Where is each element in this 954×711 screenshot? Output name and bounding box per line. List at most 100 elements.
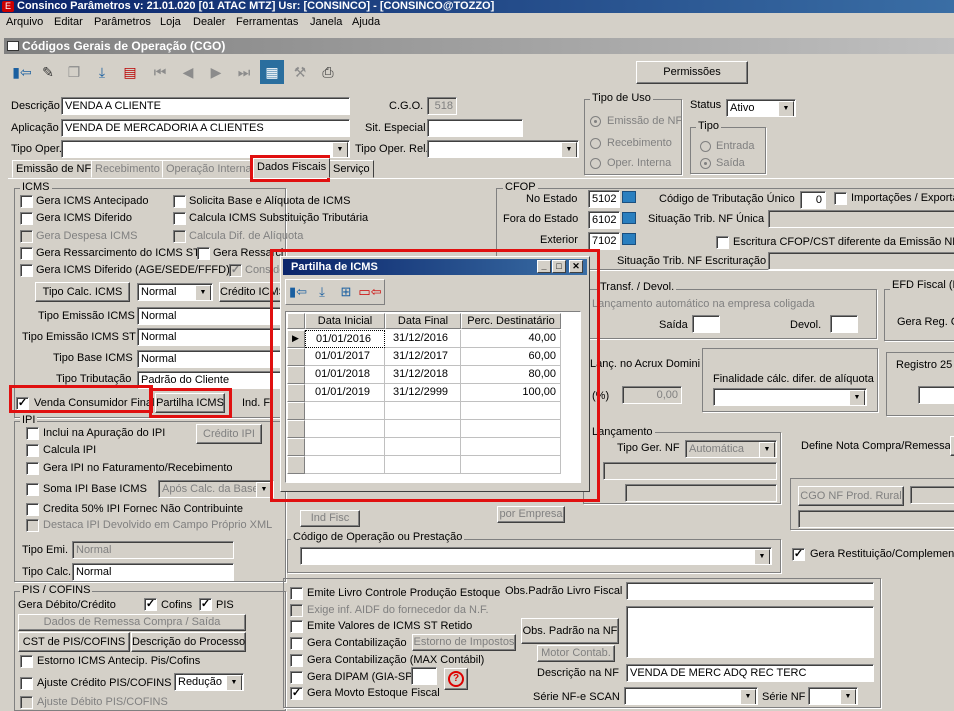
gera-dipam-input[interactable]	[411, 667, 437, 685]
ajuste-credito-select[interactable]: Redução	[174, 673, 244, 691]
menu-loja[interactable]: Loja	[160, 16, 181, 28]
dados-remessa-button: Dados de Remessa Compra / Saída	[18, 614, 246, 631]
ajuste-debito-label: Ajuste Débito PIS/COFINS	[37, 696, 168, 708]
gera-icms-diferido-age-checkbox[interactable]	[20, 264, 33, 277]
soma-ipi-base-icms-checkbox[interactable]	[26, 483, 39, 496]
serie-nf-select[interactable]	[808, 687, 858, 705]
tipo-calc-icms-select[interactable]: Normal	[137, 283, 213, 301]
credita-50-ipi-checkbox[interactable]	[26, 503, 39, 516]
grid-view-icon[interactable]: ▦	[260, 60, 284, 84]
tipo-calc-icms-button[interactable]: Tipo Calc. ICMS	[35, 282, 130, 302]
tipo-emissao-icms-label: Tipo Emissão ICMS	[38, 310, 135, 322]
no-estado-input[interactable]: 5102	[588, 190, 620, 208]
status-select[interactable]: Ativo	[726, 99, 796, 117]
highlight-venda-consumidor	[9, 385, 153, 413]
obs-padrao-nf-button[interactable]: Obs. Padrão na NF	[521, 618, 619, 644]
cgo-nf-desc-input	[798, 510, 954, 528]
exterior-input[interactable]: 7102	[588, 232, 620, 250]
importacoes-checkbox[interactable]	[834, 192, 847, 205]
tipo-emissao-icms-st-input[interactable]: Normal	[137, 328, 283, 346]
edit-pencil-icon[interactable]: ✎	[36, 60, 60, 84]
gera-ressarcimento-pis-checkbox[interactable]	[197, 247, 210, 260]
tab-servico[interactable]: Serviço	[329, 160, 374, 178]
tab-recebimento[interactable]: Recebimento	[91, 160, 164, 178]
descricao-nf-label: Descrição na NF	[537, 667, 619, 679]
menu-arquivo[interactable]: Arquivo	[6, 16, 43, 28]
print-icon[interactable]: ⎙	[316, 60, 340, 84]
gera-contabilizacao-max-checkbox[interactable]	[290, 654, 303, 667]
registro25-input[interactable]	[918, 386, 954, 404]
importacoes-label: Importações / Exportações	[851, 192, 954, 204]
emite-livro-checkbox[interactable]	[290, 587, 303, 600]
aplicacao-input[interactable]: VENDA DE MERCADORIA A CLIENTES	[61, 119, 350, 137]
save-icon[interactable]: ⤓	[90, 60, 114, 84]
obs-padrao-livro-input[interactable]	[626, 582, 874, 600]
gera-restituicao-checkbox[interactable]: ✓	[792, 548, 805, 561]
obs-padrao-nf-textarea[interactable]	[626, 606, 874, 658]
solicita-base-aliquota-checkbox[interactable]	[173, 195, 186, 208]
cod-trib-unico-input[interactable]: 0	[800, 191, 826, 209]
calcula-icms-st-checkbox[interactable]	[173, 212, 186, 225]
menu-ferramentas[interactable]: Ferramentas	[236, 16, 298, 28]
tipo-base-icms-input[interactable]: Normal	[137, 350, 283, 368]
estorno-icms-antecip-checkbox[interactable]	[20, 655, 33, 668]
tipo-ger-nf-select: Automática	[685, 440, 777, 458]
descricao-nf-input[interactable]: VENDA DE MERC ADQ REC TERC	[626, 664, 874, 682]
radio-saida	[700, 158, 711, 169]
last-record-icon: ⏭	[237, 63, 251, 80]
finalidade-select[interactable]	[713, 388, 867, 406]
gera-ipi-faturamento-checkbox[interactable]	[26, 462, 39, 475]
menu-janela[interactable]: Janela	[310, 16, 342, 28]
emite-valores-icms-st-checkbox[interactable]	[290, 620, 303, 633]
saida-input[interactable]	[692, 315, 720, 333]
exterior-label: Exterior	[540, 234, 578, 246]
calcula-ipi-checkbox[interactable]	[26, 444, 39, 457]
tab-operacao-interna[interactable]: Operação Interna	[162, 160, 256, 178]
gera-icms-antecipado-checkbox[interactable]	[20, 195, 33, 208]
cgo-nf-prod-rural-button: CGO NF Prod. Rural	[798, 486, 904, 506]
cgo-input: 518	[427, 97, 457, 115]
escritura-cfop-checkbox[interactable]	[716, 236, 729, 249]
tipo-calc-input[interactable]: Normal	[72, 563, 234, 581]
devol-input[interactable]	[830, 315, 858, 333]
menu-editar[interactable]: Editar	[54, 16, 83, 28]
pis-cofins-title: PIS / COFINS	[20, 584, 93, 596]
codigo-operacao-select[interactable]	[300, 547, 772, 565]
radio-emissao-nf-label: Emissão de NF	[607, 115, 683, 127]
sit-especial-input[interactable]	[427, 119, 523, 137]
serie-nfe-scan-select[interactable]	[624, 687, 758, 705]
tab-dados-fiscais[interactable]: Dados Fiscais	[253, 158, 331, 178]
define-nota-button[interactable]	[950, 436, 954, 456]
permissoes-button[interactable]: Permissões	[636, 61, 748, 84]
tab-panel-border	[8, 178, 954, 179]
pis-checkbox[interactable]: ✓	[199, 598, 212, 611]
saida-label: Saída	[659, 319, 688, 331]
cst-pis-cofins-button[interactable]: CST de PIS/COFINS	[18, 632, 130, 652]
help-button[interactable]: ?	[444, 668, 468, 690]
menu-ajuda[interactable]: Ajuda	[352, 16, 380, 28]
cofins-checkbox[interactable]: ✓	[144, 598, 157, 611]
menu-dealer[interactable]: Dealer	[193, 16, 225, 28]
exit-icon[interactable]: ▮⇦	[10, 60, 34, 84]
delete-icon[interactable]: ▤	[118, 60, 142, 84]
descricao-processo-button[interactable]: Descrição do Processo	[131, 632, 246, 652]
exterior-lookup-icon[interactable]	[622, 233, 636, 246]
gera-icms-diferido-checkbox[interactable]	[20, 212, 33, 225]
gera-contabilizacao-checkbox[interactable]	[290, 637, 303, 650]
ajuste-credito-checkbox[interactable]	[20, 677, 33, 690]
gera-reg-c-label: Gera Reg. C	[897, 316, 954, 328]
inclui-apuracao-ipi-checkbox[interactable]	[26, 427, 39, 440]
cfop-title: CFOP	[503, 181, 538, 193]
descricao-input[interactable]: VENDA A CLIENTE	[61, 97, 350, 115]
tab-emissao-nf[interactable]: Emissão de NF	[12, 160, 96, 178]
gera-movto-estoque-checkbox[interactable]: ✓	[290, 687, 303, 700]
tipo-emissao-icms-input[interactable]: Normal	[137, 307, 283, 325]
gera-ressarcimento-icms-st-checkbox[interactable]	[20, 247, 33, 260]
gera-dipam-checkbox[interactable]	[290, 671, 303, 684]
fora-estado-input[interactable]: 6102	[588, 211, 620, 229]
fora-estado-lookup-icon[interactable]	[622, 212, 636, 225]
menu-parametros[interactable]: Parâmetros	[94, 16, 151, 28]
tipo-oper-rel-select[interactable]	[427, 140, 579, 158]
no-estado-lookup-icon[interactable]	[622, 191, 636, 204]
tipo-tributacao-input[interactable]: Padrão do Cliente	[137, 371, 283, 389]
